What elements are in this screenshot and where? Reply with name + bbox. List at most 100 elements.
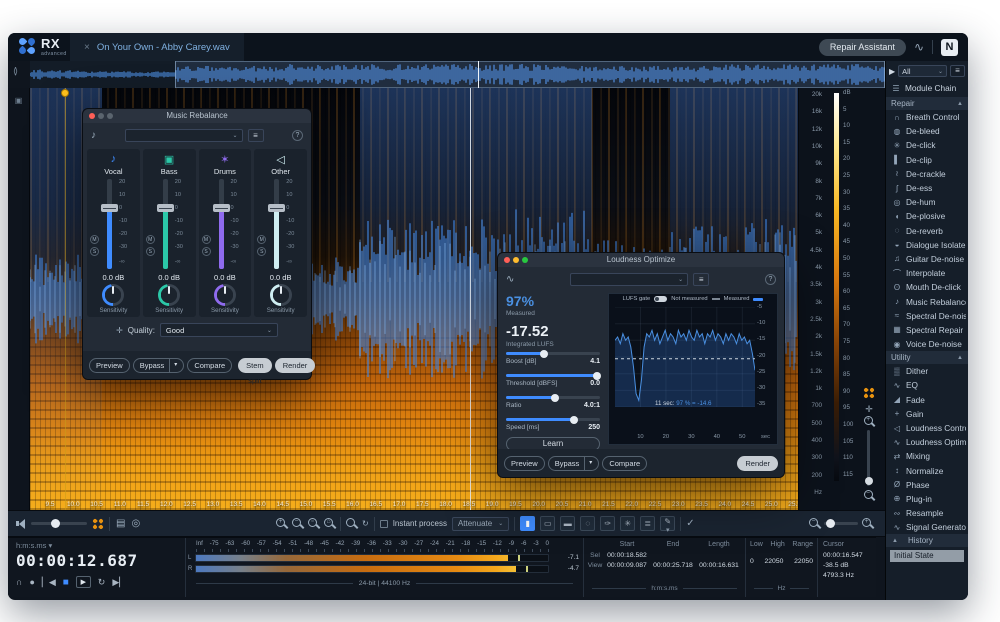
spectrogram-settings-icon[interactable] [862, 388, 876, 400]
module-item-spectral-de-noise[interactable]: ≈Spectral De-noise [886, 309, 968, 323]
preset-menu-icon[interactable]: ≡ [248, 129, 264, 142]
stop-button[interactable]: ■ [63, 577, 69, 588]
zoom-window-icon[interactable] [107, 113, 113, 119]
fader-handle[interactable] [157, 204, 174, 212]
lasso-tool[interactable]: ◌ [580, 516, 595, 531]
module-item-loudness-control[interactable]: ◁Loudness Control [886, 421, 968, 435]
module-item-plug-in[interactable]: ⊕Plug-in [886, 492, 968, 506]
h-zoom-slider[interactable] [824, 522, 858, 525]
minimize-window-icon[interactable] [513, 257, 519, 263]
docking-icon[interactable]: ▣ [8, 96, 29, 105]
section-header-repair[interactable]: Repair▲ [886, 97, 968, 110]
gain-fader[interactable]: 20100-10-20-30-∞MS [87, 179, 140, 271]
history-header[interactable]: ▲ History [886, 534, 968, 547]
waveform-overview[interactable] [30, 61, 885, 88]
minimize-window-icon[interactable] [98, 113, 104, 119]
collapse-icon[interactable]: ▲ [957, 101, 963, 107]
slider-track[interactable] [506, 418, 600, 421]
process-mode-select[interactable]: Attenuate⌄ [452, 517, 509, 531]
solo-button[interactable]: S [146, 247, 155, 256]
fader-handle[interactable] [101, 204, 118, 212]
h-zoom-handle[interactable] [826, 519, 835, 528]
rx-monitor-icon[interactable] [93, 519, 103, 529]
fader-handle[interactable] [213, 204, 230, 212]
bypass-button[interactable]: Bypass▾ [133, 358, 185, 373]
volume-slider[interactable] [31, 522, 87, 525]
slider-handle[interactable] [593, 372, 601, 380]
solo-button[interactable]: S [257, 247, 266, 256]
module-item-breath-control[interactable]: ∩Breath Control [886, 110, 968, 124]
module-item-phase[interactable]: ØPhase [886, 478, 968, 492]
render-button[interactable]: Render [737, 456, 778, 471]
loop-button[interactable]: ↻ [98, 577, 106, 588]
brush-tool[interactable]: ✑ [600, 516, 615, 531]
vertical-zoom-handle[interactable] [865, 477, 873, 485]
zoom-window-icon[interactable] [522, 257, 528, 263]
module-item-signal-generator[interactable]: ∿Signal Generator [886, 520, 968, 534]
overview-selection[interactable] [175, 61, 885, 88]
module-item-dither[interactable]: ▒Dither [886, 364, 968, 378]
repair-assistant-button[interactable]: Repair Assistant [819, 39, 906, 56]
slider-handle[interactable] [570, 416, 578, 424]
dialog-titlebar[interactable]: Loudness Optimize [498, 253, 784, 267]
bypass-button[interactable]: Bypass▾ [548, 456, 600, 471]
lufs-gate-toggle[interactable] [654, 296, 667, 302]
mute-button[interactable]: M [202, 235, 211, 244]
volume-handle[interactable] [51, 519, 60, 528]
quality-select[interactable]: Good⌄ [160, 323, 278, 337]
sensitivity-knob[interactable] [158, 284, 180, 306]
gain-fader[interactable]: 20100-10-20-30-∞MS [254, 179, 307, 271]
module-item-spectral-repair[interactable]: ▦Spectral Repair [886, 323, 968, 337]
preset-select[interactable]: ⌄ [125, 129, 243, 142]
slider-track[interactable] [506, 396, 600, 399]
close-window-icon[interactable] [504, 257, 510, 263]
clipboard-panel-icon[interactable]: ▤ [116, 519, 125, 529]
magic-wand-tool[interactable]: ✳ [620, 516, 635, 531]
module-item-de-reverb[interactable]: ◌De-reverb [886, 224, 968, 238]
module-item-eq[interactable]: ∿EQ [886, 378, 968, 392]
module-item-de-click[interactable]: ✳De-click [886, 138, 968, 152]
zoom-history-icon[interactable]: ↻ [362, 519, 369, 529]
sensitivity-knob[interactable] [270, 284, 292, 306]
close-window-icon[interactable] [89, 113, 95, 119]
module-item-voice-de-noise[interactable]: ◉Voice De-noise [886, 337, 968, 351]
dialog-titlebar[interactable]: Music Rebalance [83, 109, 311, 123]
draw-tool[interactable]: ✎▾ [660, 516, 675, 531]
slider-track[interactable] [506, 352, 600, 355]
help-icon[interactable]: ? [292, 130, 303, 141]
compare-button[interactable]: Compare [187, 358, 232, 373]
overview-handles-icon[interactable]: ⟨⟩ [13, 66, 16, 77]
module-item-de-bleed[interactable]: ◍De-bleed [886, 124, 968, 138]
harmonics-tool[interactable]: ≣ [640, 516, 655, 531]
compare-button[interactable]: Compare [602, 456, 647, 471]
module-item-guitar-de-noise[interactable]: ♫Guitar De-noise [886, 252, 968, 266]
file-tab[interactable]: × On Your Own - Abby Carey.wav [70, 33, 244, 61]
module-item-de-hum[interactable]: ◎De-hum [886, 195, 968, 209]
preview-button[interactable]: Preview [89, 358, 130, 373]
solo-button[interactable]: S [90, 247, 99, 256]
zoom-selection-button[interactable]: ▫ [308, 518, 319, 529]
tab-close-icon[interactable]: × [84, 42, 90, 53]
module-item-gain[interactable]: +Gain [886, 407, 968, 421]
vertical-zoom-in-icon[interactable]: + [862, 416, 876, 429]
apply-check-icon[interactable]: ✓ [686, 519, 694, 529]
instant-process-checkbox[interactable] [380, 520, 388, 528]
preset-select[interactable]: ⌄ [570, 273, 688, 286]
time-selection-tool[interactable]: ▮ [520, 516, 535, 531]
module-item-interpolate[interactable]: ⌒Interpolate [886, 266, 968, 280]
h-zoom-out-icon[interactable]: − [809, 518, 820, 529]
slider-handle[interactable] [540, 350, 548, 358]
section-header-utility[interactable]: Utility▲ [886, 351, 968, 364]
history-item[interactable]: Initial State [890, 550, 964, 562]
collapse-icon[interactable]: ▲ [957, 355, 963, 361]
module-item-mouth-de-click[interactable]: ʘMouth De-click [886, 280, 968, 294]
module-item-resample[interactable]: ∾Resample [886, 506, 968, 520]
module-item-de-plosive[interactable]: ◖De-plosive [886, 209, 968, 223]
record-button[interactable]: ● [29, 577, 34, 587]
play-button[interactable]: ▶ [76, 576, 91, 588]
sensitivity-knob[interactable] [102, 284, 124, 306]
spectrogram-colorbar[interactable] [834, 93, 839, 481]
stem-split-button[interactable]: Stem split [238, 358, 272, 373]
frequency-ruler[interactable]: 20k16k12k10k9k8k7k6k5k4.5k4k3.5k3k2.5k2k… [798, 88, 826, 510]
vertical-zoom-out-icon[interactable]: − [862, 490, 876, 503]
